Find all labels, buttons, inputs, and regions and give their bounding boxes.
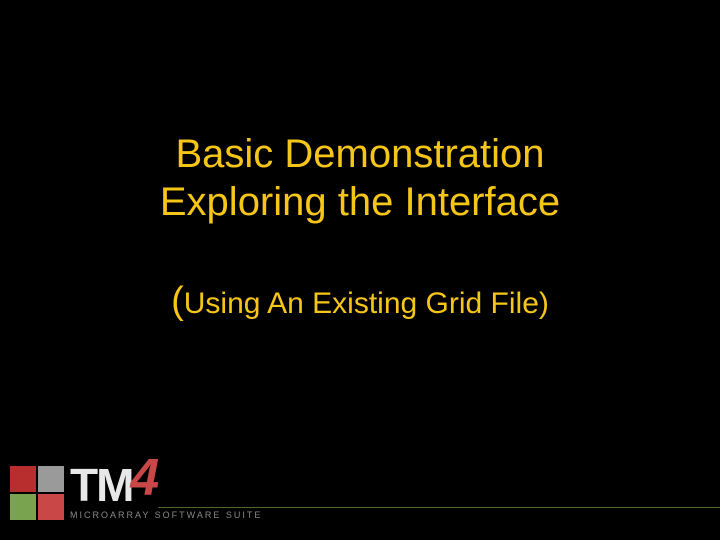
title-line-1: Basic Demonstration [0, 130, 720, 178]
logo-tm4: TM 4 [70, 454, 166, 508]
logo-square-gray [38, 466, 64, 492]
logo-square-red-2 [38, 494, 64, 520]
title-line-2: Exploring the Interface [0, 178, 720, 226]
tm4-logo: TM 4 MICROARRAY SOFTWARE SUITE [10, 454, 262, 520]
logo-square-green [10, 494, 36, 520]
slide-title-block: Basic Demonstration Exploring the Interf… [0, 130, 720, 226]
logo-squares-icon [10, 466, 64, 520]
logo-tagline: MICROARRAY SOFTWARE SUITE [70, 510, 262, 520]
logo-text-group: TM 4 MICROARRAY SOFTWARE SUITE [70, 454, 262, 520]
slide-subtitle: (Using An Existing Grid File) [0, 280, 720, 323]
subtitle-open-paren: ( [171, 280, 184, 322]
logo-four-text: 4 [130, 452, 159, 504]
logo-tm-text: TM [70, 462, 132, 508]
logo-four-container: 4 [130, 456, 166, 508]
logo-square-red [10, 466, 36, 492]
subtitle-text: Using An Existing Grid File) [184, 287, 549, 320]
